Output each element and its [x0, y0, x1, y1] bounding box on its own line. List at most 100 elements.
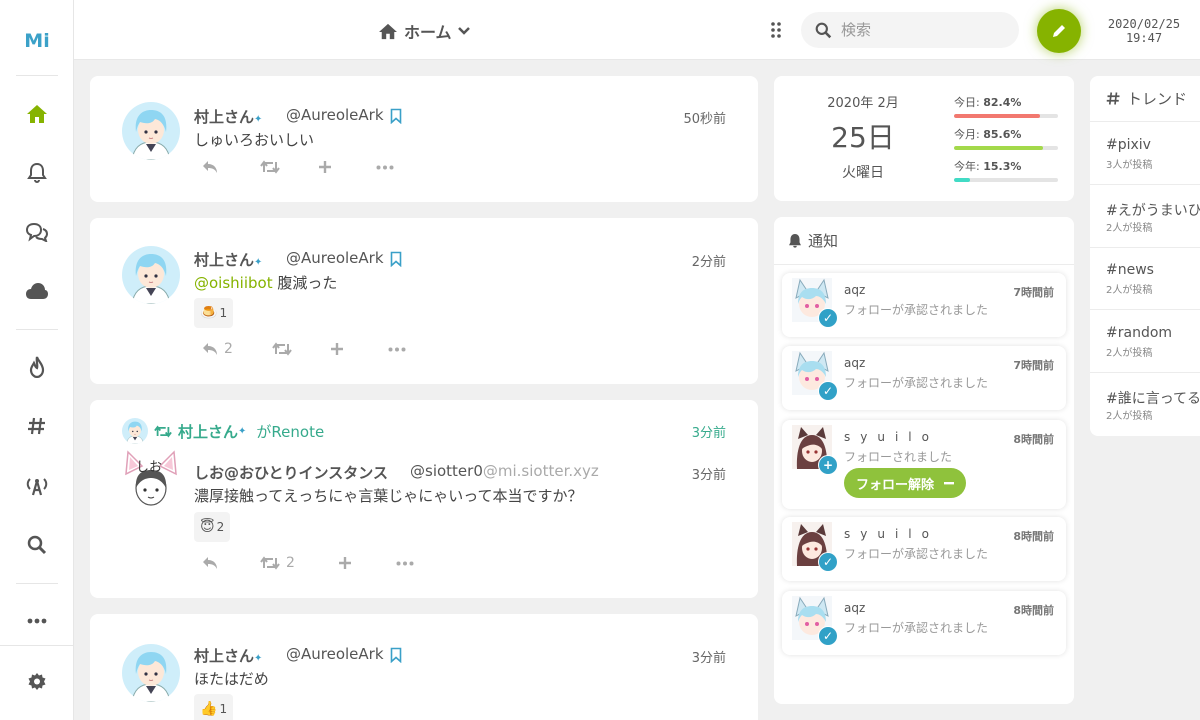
month-progress: 今月: 85.6%	[954, 126, 1058, 150]
note-author-host: @mi.siotter.xyz	[482, 462, 599, 480]
reaction[interactable]: 😇 2	[194, 512, 231, 542]
renote-header: 村上さん ✦ がRenote	[122, 418, 324, 444]
renoter-avatar[interactable]	[122, 418, 148, 444]
compose-button[interactable]	[1037, 9, 1081, 53]
home-icon[interactable]	[22, 99, 52, 129]
more-button[interactable]	[388, 551, 446, 575]
calendar-weekday: 火曜日	[842, 165, 884, 181]
chat-icon[interactable]	[22, 217, 52, 247]
note-time[interactable]: 3分前	[692, 647, 726, 666]
settings-icon[interactable]	[22, 667, 52, 697]
timeline-selector[interactable]: ホーム	[378, 19, 470, 43]
unfollow-button[interactable]: フォロー解除	[844, 468, 967, 498]
avatar[interactable]	[122, 246, 180, 304]
cloud-icon[interactable]	[22, 276, 52, 306]
reaction[interactable]: 🍮 1	[194, 298, 234, 328]
reply-button[interactable]: 2	[194, 337, 252, 361]
avatar[interactable]	[122, 644, 180, 702]
renote[interactable]: 村上さん ✦ がRenote 3分前 しお しお@おひとりインスタンス @siot…	[90, 400, 758, 598]
hashtag-icon[interactable]	[22, 411, 52, 441]
logo-icon[interactable]: Mi	[22, 26, 52, 56]
notification-user[interactable]: aqz	[844, 356, 865, 370]
reaction-count: 1	[219, 702, 228, 716]
calendar-day: 25日	[831, 121, 895, 154]
notification-text: フォローが承認されました	[844, 621, 989, 635]
mention-link[interactable]: @oishiibot	[194, 274, 273, 292]
antenna-icon[interactable]	[22, 471, 52, 501]
page-title: ホーム	[404, 23, 452, 42]
note[interactable]: 村上さん✦ @AureoleArk 3分前 ほたはだめ 👍 1	[90, 614, 758, 720]
renoter-name[interactable]: 村上さん	[178, 421, 238, 442]
note-author-acct[interactable]: @AureoleArk	[286, 249, 402, 267]
avatar[interactable]	[122, 102, 180, 160]
note-author-acct[interactable]: @AureoleArk	[286, 106, 402, 124]
renote-time[interactable]: 3分前	[692, 422, 726, 441]
more-icon[interactable]	[22, 606, 52, 636]
reply-count: 2	[224, 341, 233, 357]
widgets-icon[interactable]	[771, 22, 781, 38]
note-time[interactable]: 3分前	[692, 464, 726, 483]
note[interactable]: 村上さん✦ @AureoleArk 50秒前 しゅいろおいしい	[90, 76, 758, 202]
notification-item[interactable]: ✓ aqz フォローが承認されました 7時間前	[782, 346, 1066, 410]
trend-count: 2人が投稿	[1106, 223, 1153, 234]
trend-item[interactable]: #pixiv 3人が投稿	[1090, 123, 1200, 185]
renote-button[interactable]: 2	[252, 551, 330, 575]
notification-item[interactable]: ✓ syuilo フォローが承認されました 8時間前	[782, 517, 1066, 581]
note[interactable]: 村上さん✦ @AureoleArk 2分前 @oishiibot 腹減った 🍮 1…	[90, 218, 758, 384]
fire-icon[interactable]	[22, 352, 52, 382]
notification-user[interactable]: aqz	[844, 283, 865, 297]
retweet-icon	[260, 556, 280, 570]
bell-icon[interactable]	[22, 158, 52, 188]
note-author-name[interactable]: 村上さん✦	[194, 249, 262, 270]
trend-tag: #えがうまいひ	[1106, 203, 1200, 219]
trend-item[interactable]: #えがうまいひ 2人が投稿	[1090, 186, 1200, 248]
note-author-name[interactable]: しお@おひとりインスタンス	[194, 462, 388, 483]
chevron-down-icon	[457, 27, 470, 35]
notification-user[interactable]: aqz	[844, 601, 865, 615]
note-author-acct[interactable]: @siotter0@mi.siotter.xyz	[410, 462, 599, 480]
trend-item[interactable]: #random 2人が投稿	[1090, 311, 1200, 373]
notification-item[interactable]: + syuilo フォローされました 8時間前 フォロー解除	[782, 420, 1066, 509]
notification-user[interactable]: syuilo	[844, 527, 939, 541]
more-icon	[388, 347, 406, 351]
notification-time: 7時間前	[1013, 359, 1054, 372]
header: ホーム 2020/02/25 19:47	[74, 0, 1200, 60]
notification-item[interactable]: ✓ aqz フォローが承認されました 8時間前	[782, 591, 1066, 655]
renote-button[interactable]	[264, 337, 322, 361]
notification-item[interactable]: ✓ aqz フォローが承認されました 7時間前	[782, 273, 1066, 337]
trend-item[interactable]: #news 2人が投稿	[1090, 248, 1200, 310]
note-time[interactable]: 2分前	[692, 251, 726, 270]
search-icon[interactable]	[22, 530, 52, 560]
search-input[interactable]	[841, 18, 1001, 42]
notification-user[interactable]: syuilo	[844, 430, 939, 444]
reply-button[interactable]	[194, 155, 252, 179]
retweet-icon	[272, 342, 292, 356]
more-button[interactable]	[368, 155, 426, 179]
note-author-name[interactable]: 村上さん✦	[194, 645, 262, 666]
note-text: ほたはだめ	[194, 670, 269, 688]
avatar[interactable]: しお	[122, 448, 180, 506]
sidebar: Mi	[0, 0, 74, 720]
check-icon: ✓	[818, 626, 838, 646]
reaction[interactable]: 👍 1	[194, 694, 234, 720]
react-button[interactable]	[310, 155, 368, 179]
note-author-name[interactable]: 村上さん✦	[194, 106, 262, 127]
notifications-header: 通知	[774, 217, 1074, 265]
react-button[interactable]	[330, 551, 388, 575]
trend-item[interactable]: #誰に言ってる 2人が投稿	[1090, 374, 1200, 436]
trend-count: 2人が投稿	[1106, 285, 1153, 296]
renote-label: がRenote	[256, 422, 325, 441]
sparkle-icon: ✦	[254, 114, 263, 125]
notifications-title: 通知	[808, 232, 839, 250]
reply-button[interactable]	[194, 551, 252, 575]
note-author-acct[interactable]: @AureoleArk	[286, 645, 402, 663]
note-time[interactable]: 50秒前	[683, 108, 726, 127]
progress-bar	[954, 178, 1058, 182]
more-button[interactable]	[380, 337, 438, 361]
renote-button[interactable]	[252, 155, 310, 179]
progress-bar	[954, 114, 1058, 118]
reply-icon	[203, 557, 217, 569]
react-button[interactable]	[322, 337, 380, 361]
progress-fill	[954, 178, 970, 182]
retweet-icon	[260, 160, 280, 174]
